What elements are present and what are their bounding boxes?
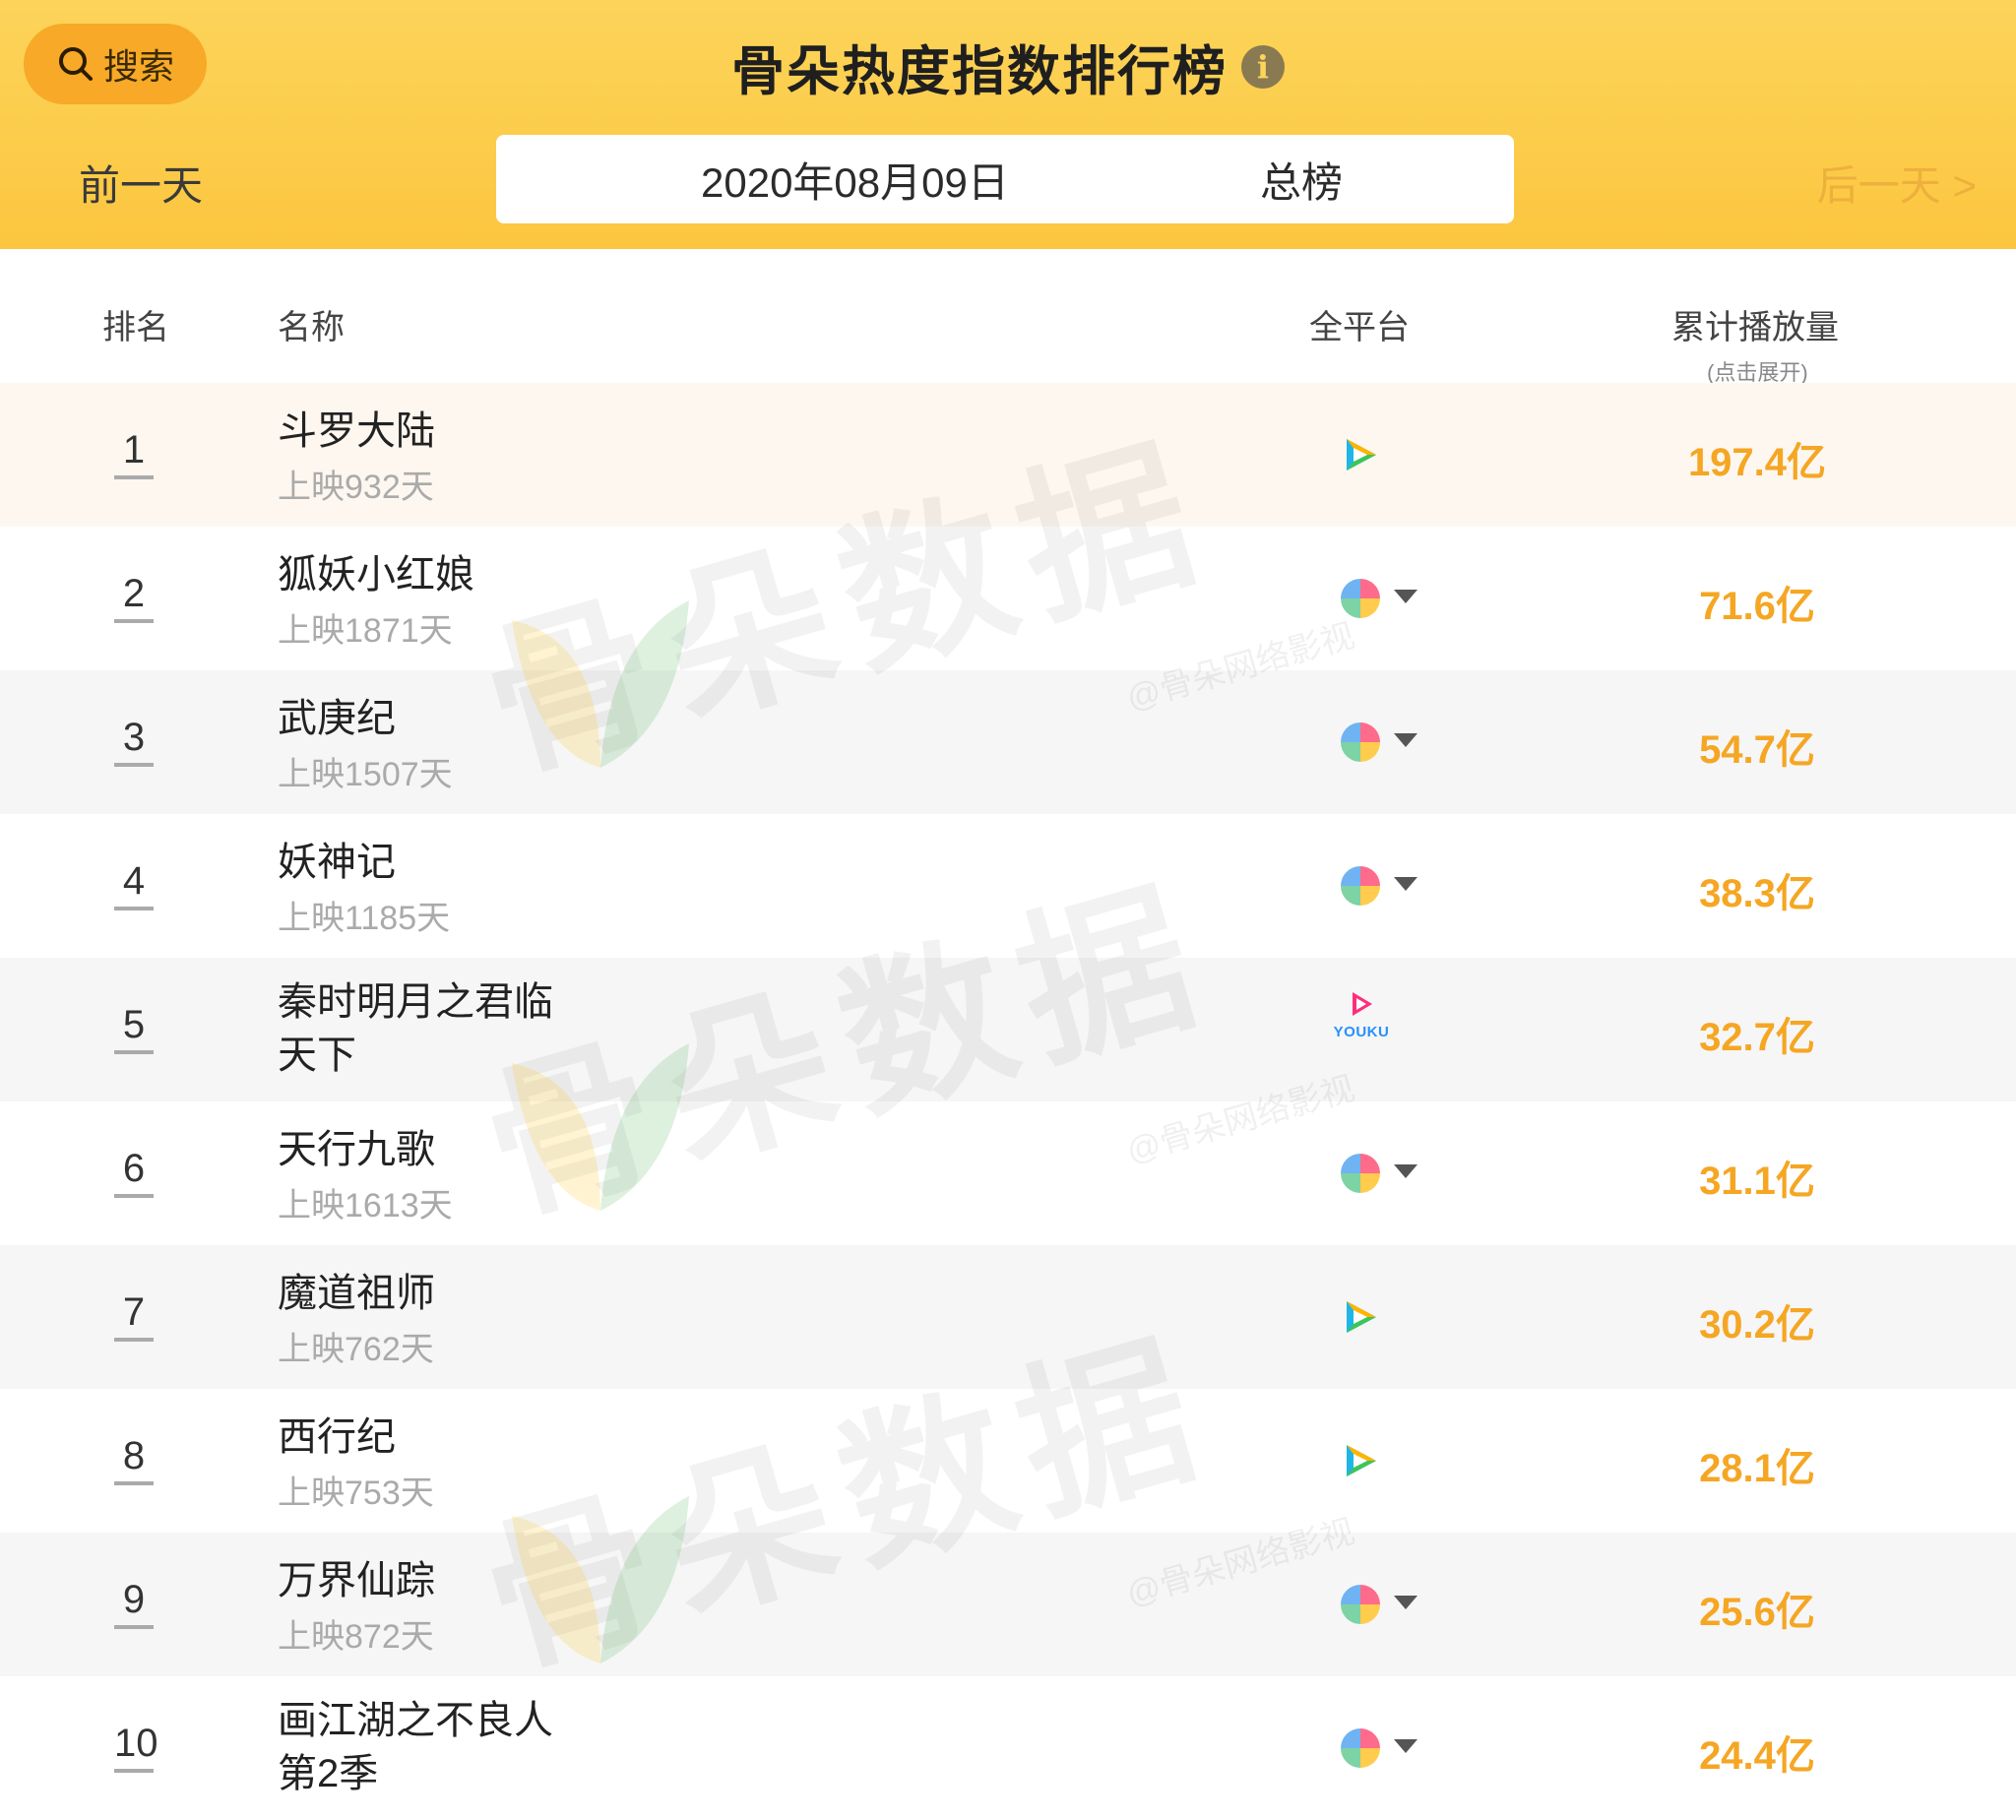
chevron-down-icon[interactable] xyxy=(1394,1739,1418,1753)
play-count[interactable]: 32.7亿 xyxy=(1614,1005,1900,1062)
chevron-down-icon[interactable] xyxy=(1394,590,1418,603)
multi-platform-icon[interactable] xyxy=(1341,866,1380,906)
rank-number: 7 xyxy=(114,1290,154,1342)
rank-number: 5 xyxy=(114,1003,154,1054)
tencent-video-icon xyxy=(1347,1445,1376,1476)
chevron-down-icon[interactable] xyxy=(1394,733,1418,747)
board-selector[interactable]: 总榜 xyxy=(1260,150,1343,210)
play-count[interactable]: 28.1亿 xyxy=(1614,1436,1900,1493)
rank-number: 8 xyxy=(114,1434,154,1485)
table-row[interactable]: 2 狐妖小红娘 上映1871天 71.6亿 xyxy=(0,527,2016,670)
show-title[interactable]: 狐妖小红娘 xyxy=(278,548,474,601)
column-plays[interactable]: 累计播放量 xyxy=(1671,300,1839,348)
show-title[interactable]: 妖神记 xyxy=(278,836,396,889)
days-released: 上映932天 xyxy=(278,469,434,506)
date-label: 2020年08月09日 xyxy=(701,158,1009,206)
date-selector[interactable]: 2020年08月09日 总榜 xyxy=(496,135,1514,223)
show-title[interactable]: 画江湖之不良人第2季 xyxy=(278,1694,573,1800)
page-title: 骨朵热度指数排行榜 xyxy=(731,42,1228,101)
rank-number: 4 xyxy=(114,859,154,910)
show-title[interactable]: 魔道祖师 xyxy=(278,1267,435,1320)
rank-number: 6 xyxy=(114,1147,154,1198)
column-rank: 排名 xyxy=(102,309,169,346)
multi-platform-icon[interactable] xyxy=(1341,1585,1380,1624)
rank-number: 1 xyxy=(114,428,154,479)
days-released: 上映872天 xyxy=(278,1618,434,1656)
table-header: 排名 名称 全平台 累计播放量 (点击展开) xyxy=(0,249,2016,385)
days-released: 上映1613天 xyxy=(278,1187,453,1224)
table-row[interactable]: 8 西行纪 上映753天 28.1亿 xyxy=(0,1389,2016,1533)
column-name: 名称 xyxy=(278,309,345,346)
play-count[interactable]: 31.1亿 xyxy=(1614,1149,1900,1206)
show-title[interactable]: 万界仙踪 xyxy=(278,1554,435,1607)
multi-platform-icon[interactable] xyxy=(1341,579,1380,618)
show-title[interactable]: 武庚纪 xyxy=(278,692,396,745)
prev-day-button[interactable]: 前一天 xyxy=(79,153,203,213)
chevron-down-icon[interactable] xyxy=(1394,1164,1418,1178)
title-group: 骨朵热度指数排行榜 i xyxy=(0,28,2016,105)
play-count[interactable]: 24.4亿 xyxy=(1614,1724,1900,1781)
play-count[interactable]: 38.3亿 xyxy=(1614,861,1900,918)
rank-number: 3 xyxy=(114,716,154,767)
play-count[interactable]: 71.6亿 xyxy=(1614,574,1900,631)
youku-icon: YOUKU xyxy=(1327,989,1396,1058)
multi-platform-icon[interactable] xyxy=(1341,1728,1380,1768)
multi-platform-icon[interactable] xyxy=(1341,722,1380,762)
play-count[interactable]: 25.6亿 xyxy=(1614,1580,1900,1637)
table-row[interactable]: 10 画江湖之不良人第2季 24.4亿 xyxy=(0,1676,2016,1820)
table-row[interactable]: 4 妖神记 上映1185天 38.3亿 xyxy=(0,814,2016,958)
info-icon[interactable]: i xyxy=(1241,44,1285,89)
youku-play-icon xyxy=(1353,992,1372,1016)
multi-platform-icon[interactable] xyxy=(1341,1154,1380,1193)
table-row[interactable]: 3 武庚纪 上映1507天 54.7亿 xyxy=(0,670,2016,814)
play-count[interactable]: 54.7亿 xyxy=(1614,718,1900,775)
days-released: 上映1871天 xyxy=(278,612,453,650)
youku-label: YOUKU xyxy=(1333,1024,1390,1040)
show-title[interactable]: 西行纪 xyxy=(278,1411,396,1464)
days-released: 上映1185天 xyxy=(278,900,451,937)
tencent-video-icon xyxy=(1347,439,1376,471)
next-day-button[interactable]: 后一天 > xyxy=(1817,153,1977,213)
table-row[interactable]: 9 万界仙踪 上映872天 25.6亿 xyxy=(0,1533,2016,1676)
days-released: 上映1507天 xyxy=(278,756,453,793)
show-title[interactable]: 天行九歌 xyxy=(278,1123,435,1176)
rank-number: 2 xyxy=(114,572,154,623)
days-released: 上映762天 xyxy=(278,1331,434,1368)
header-bar: 搜索 骨朵热度指数排行榜 i 前一天 2020年08月09日 总榜 后一天 > xyxy=(0,0,2016,249)
table-row[interactable]: 1 斗罗大陆 上映932天 197.4亿 xyxy=(0,383,2016,527)
tencent-video-icon xyxy=(1347,1301,1376,1333)
table-row[interactable]: 7 魔道祖师 上映762天 30.2亿 xyxy=(0,1245,2016,1389)
chevron-down-icon[interactable] xyxy=(1394,877,1418,891)
show-title[interactable]: 秦时明月之君临天下 xyxy=(278,975,573,1082)
table-row[interactable]: 5 秦时明月之君临天下 YOUKU 32.7亿 xyxy=(0,958,2016,1101)
ranking-list: 1 斗罗大陆 上映932天 197.4亿 2 狐妖小红娘 上映1871天 71.… xyxy=(0,383,2016,1820)
play-count[interactable]: 197.4亿 xyxy=(1614,430,1900,487)
days-released: 上映753天 xyxy=(278,1475,434,1512)
rank-number: 9 xyxy=(114,1578,154,1629)
play-count[interactable]: 30.2亿 xyxy=(1614,1292,1900,1349)
show-title[interactable]: 斗罗大陆 xyxy=(278,405,435,458)
column-platform[interactable]: 全平台 xyxy=(1309,300,1410,348)
table-row[interactable]: 6 天行九歌 上映1613天 31.1亿 xyxy=(0,1101,2016,1245)
rank-number: 10 xyxy=(114,1722,158,1773)
chevron-down-icon[interactable] xyxy=(1394,1596,1418,1609)
